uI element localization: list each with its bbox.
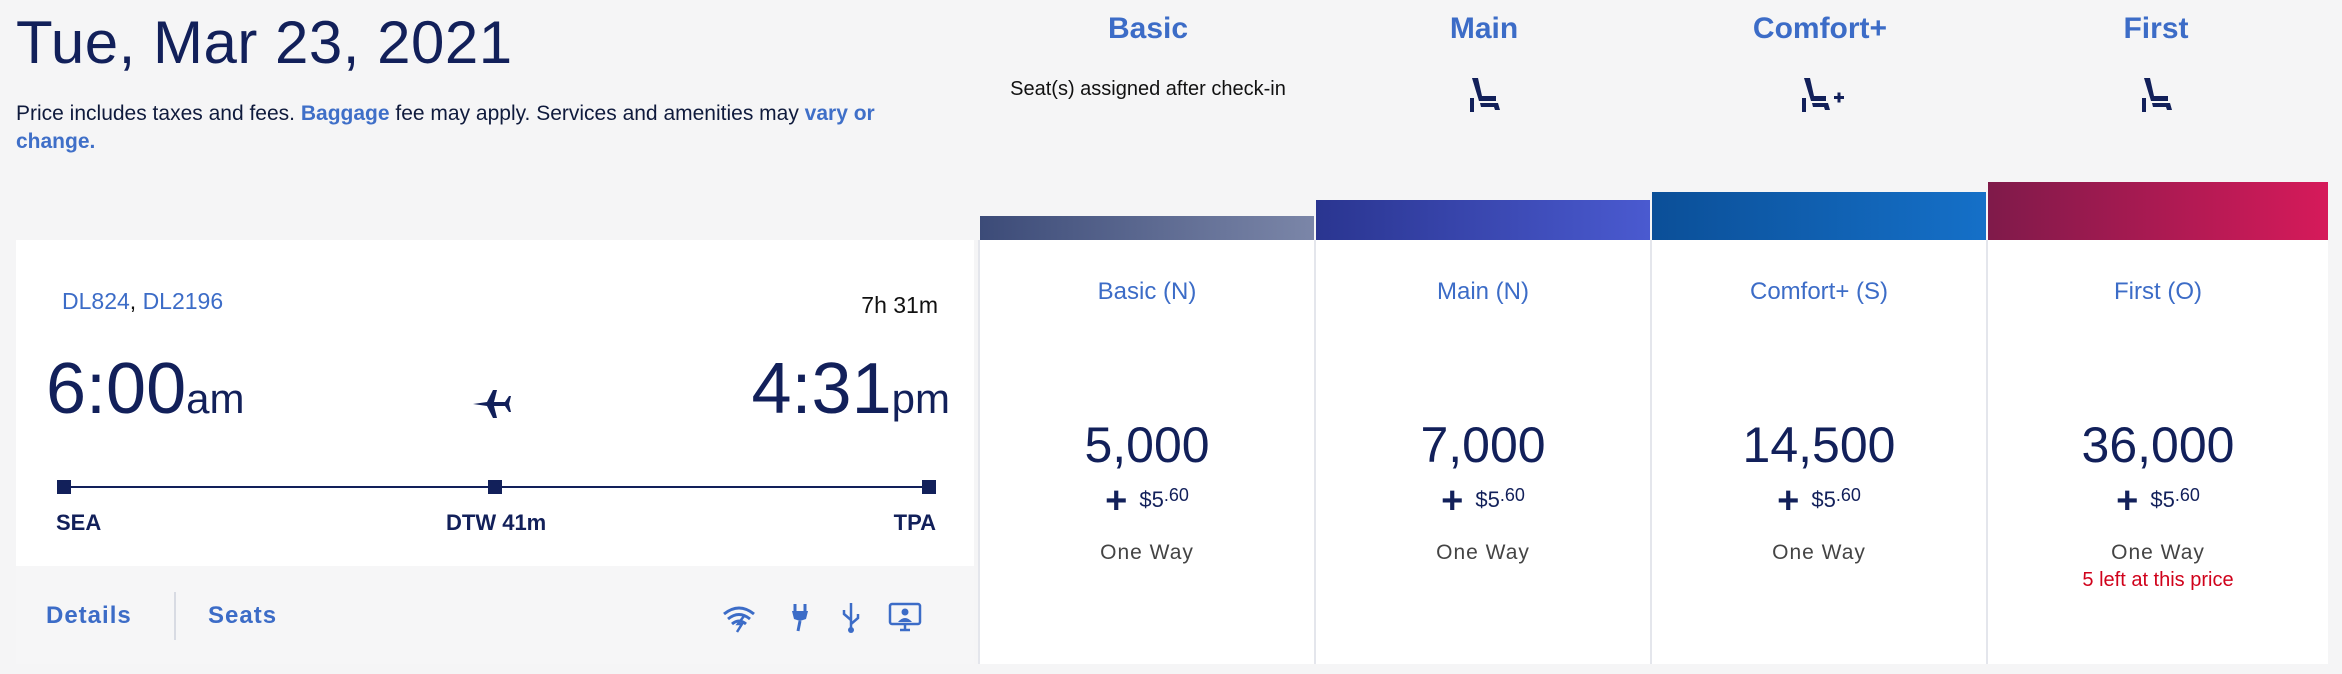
trip-type: One Way xyxy=(1100,541,1194,564)
fare-bar-first xyxy=(1988,182,2328,240)
price-note-text-2: fee may apply. Services and amenities ma… xyxy=(389,102,805,125)
fare-column-header-comfort: Comfort+ xyxy=(1652,0,1988,180)
fare-bar-comfort xyxy=(1652,192,1986,240)
departure-time-value: 6:00 xyxy=(46,349,187,429)
fare-column-subtitle: Seat(s) assigned after check-in xyxy=(1010,78,1286,100)
usb-icon xyxy=(842,603,860,633)
fare-bar-basic xyxy=(980,216,1314,240)
fare-column-header-main: Main xyxy=(1316,0,1652,180)
origin-marker xyxy=(57,480,71,494)
seat-icon xyxy=(2142,78,2172,112)
arrival-time-value: 4:31 xyxy=(751,349,892,429)
fee-dollars: $5 xyxy=(1139,487,1164,512)
page-title-date: Tue, Mar 23, 2021 xyxy=(16,9,513,76)
flight-number-separator: , xyxy=(129,288,137,314)
destination-airport: TPA xyxy=(893,510,936,535)
stopover-airport: DTW 41m xyxy=(446,510,547,535)
fee-dollars: $5 xyxy=(1811,487,1836,512)
fare-code: First (O) xyxy=(2114,278,2202,305)
footer-divider xyxy=(174,592,176,640)
departure-time: 6:00am xyxy=(46,348,245,430)
trip-type: One Way xyxy=(1436,541,1530,564)
wifi-icon xyxy=(723,606,755,633)
fee-cents: .60 xyxy=(1835,485,1861,505)
stopover-marker xyxy=(488,480,502,494)
fare-code: Comfort+ (S) xyxy=(1749,278,1889,305)
fare-fee: + $5.60 xyxy=(980,480,1314,523)
fare-fee: + $5.60 xyxy=(1316,480,1650,523)
fare-miles: 36,000 xyxy=(2081,417,2235,473)
fare-code: Main (N) xyxy=(1436,278,1529,305)
plus-icon: + xyxy=(2116,480,2139,522)
fare-option-first[interactable]: First (O) 36,000 + $5.60 One Way 5 left a… xyxy=(1986,240,2328,664)
fare-option-main[interactable]: Main (N) 7,000 + $5.60 One Way xyxy=(1314,240,1650,664)
fee-cents: .60 xyxy=(1163,485,1189,505)
fare-column-header-basic: Basic Seat(s) assigned after check-in xyxy=(980,0,1316,180)
origin-airport: SEA xyxy=(56,510,102,535)
fee-dollars: $5 xyxy=(1475,487,1500,512)
entertainment-screen-icon xyxy=(888,602,922,632)
fare-option-basic[interactable]: Basic (N) 5,000 + $5.60 One Way xyxy=(978,240,1314,664)
seat-icon xyxy=(1470,78,1500,112)
fare-column-name: Basic xyxy=(1107,12,1189,45)
trip-duration: 7h 31m xyxy=(861,292,938,318)
fare-miles: 5,000 xyxy=(1084,417,1210,473)
fare-code: Basic (N) xyxy=(1097,278,1197,305)
fare-column-header-first: First xyxy=(1988,0,2324,180)
destination-marker xyxy=(922,480,936,494)
arrival-time: 4:31pm xyxy=(752,348,951,430)
price-note: Price includes taxes and fees. Baggage f… xyxy=(16,100,946,156)
flight-numbers: DL824, DL2196 xyxy=(62,288,223,315)
flight-number-link[interactable]: DL824 xyxy=(62,288,130,314)
flight-card-footer: Details Seats xyxy=(16,566,974,664)
power-plug-icon xyxy=(792,604,808,632)
baggage-link[interactable]: Baggage xyxy=(301,102,390,125)
plus-icon: + xyxy=(1441,480,1464,522)
fare-fee: + $5.60 xyxy=(1652,480,1986,523)
departure-ampm: am xyxy=(186,375,245,422)
fee-cents: .60 xyxy=(1499,485,1525,505)
fare-fee: + $5.60 xyxy=(1988,480,2328,523)
trip-type: One Way xyxy=(1772,541,1866,564)
fare-column-name: First xyxy=(2123,12,2189,45)
seats-left-warning: 5 left at this price xyxy=(2082,569,2234,591)
fare-bar-main xyxy=(1316,200,1650,240)
trip-type: One Way xyxy=(2111,541,2205,564)
plus-icon: + xyxy=(1105,480,1128,522)
price-note-text: Price includes taxes and fees. xyxy=(16,102,295,125)
fare-column-name: Comfort+ xyxy=(1752,12,1888,45)
seats-link[interactable]: Seats xyxy=(208,602,277,630)
fare-option-comfort[interactable]: Comfort+ (S) 14,500 + $5.60 One Way xyxy=(1650,240,1986,664)
fare-miles: 7,000 xyxy=(1420,417,1546,473)
airplane-icon xyxy=(473,390,511,418)
details-link[interactable]: Details xyxy=(46,602,132,630)
seat-plus-icon xyxy=(1802,78,1844,112)
arrival-ampm: pm xyxy=(891,375,950,422)
fee-dollars: $5 xyxy=(2150,487,2175,512)
flight-card: DL824, DL2196 7h 31m 6:00am 4:31pm SEA D… xyxy=(16,240,974,664)
flight-number-link[interactable]: DL2196 xyxy=(143,288,224,314)
fare-column-name: Main xyxy=(1449,12,1519,45)
plus-icon: + xyxy=(1777,480,1800,522)
fee-cents: .60 xyxy=(2174,485,2200,505)
fare-miles: 14,500 xyxy=(1742,417,1896,473)
